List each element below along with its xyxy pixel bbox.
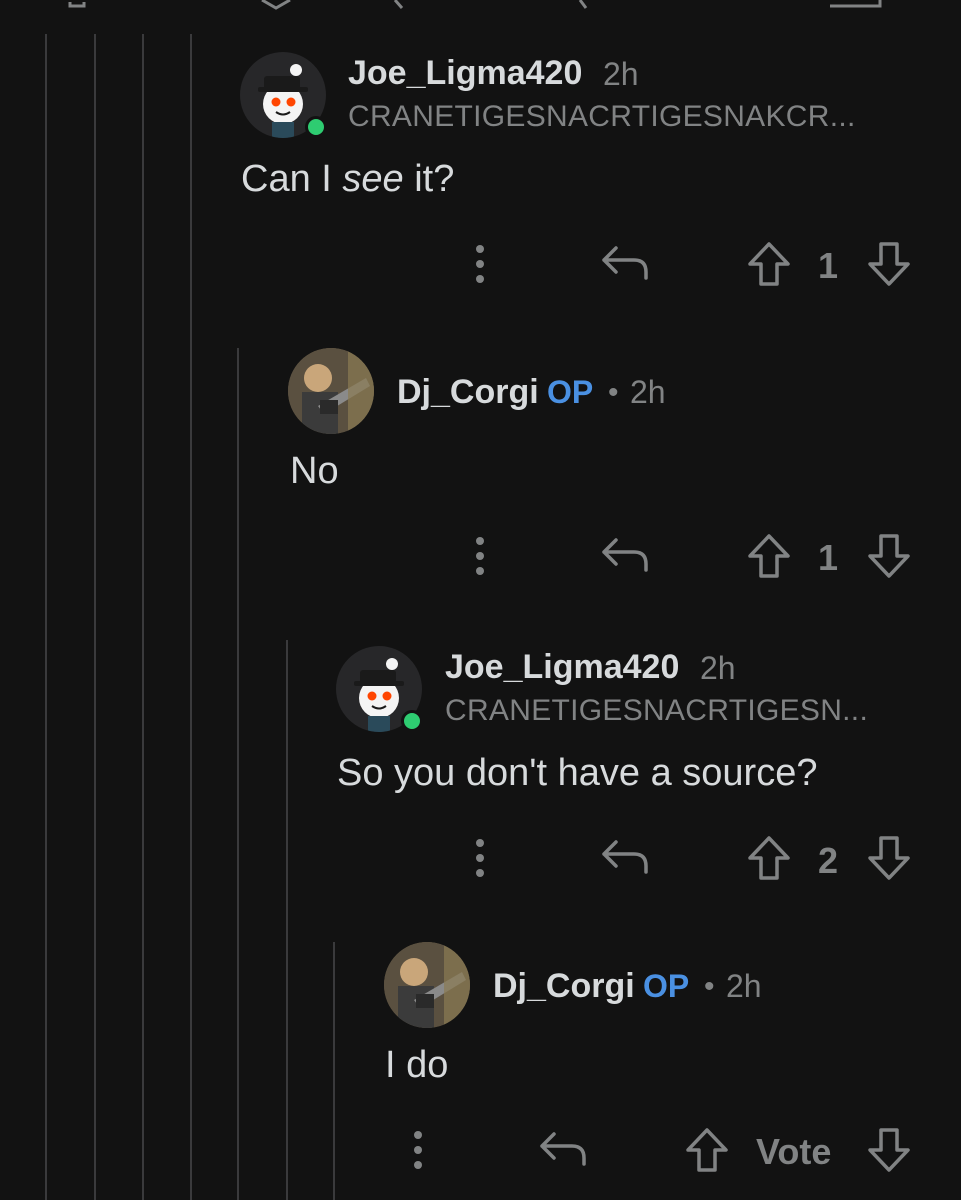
comment-body-text: Can I: [241, 158, 343, 200]
vote-score: 2: [818, 840, 839, 881]
more-vertical-icon[interactable]: [470, 838, 490, 878]
thread-line[interactable]: [142, 34, 144, 1200]
avatar[interactable]: [384, 942, 470, 1028]
op-badge: OP: [547, 374, 594, 410]
reply-arrow-icon[interactable]: [600, 836, 650, 876]
more-vertical-icon[interactable]: [470, 244, 490, 284]
username[interactable]: Joe_Ligma420: [445, 648, 679, 687]
upvote-arrow-icon[interactable]: [746, 532, 792, 580]
user-flair: CRANETIGESNACRTIGESNAKCR...: [348, 100, 856, 133]
vote-score: 1: [818, 537, 839, 578]
reply-arrow-icon[interactable]: [600, 534, 650, 574]
timestamp: 2h: [700, 650, 736, 686]
op-badge: OP: [643, 968, 690, 1004]
more-vertical-icon[interactable]: [408, 1130, 428, 1170]
upvote-arrow-icon[interactable]: [684, 1126, 730, 1174]
comment-body-text: it?: [403, 158, 455, 200]
thread-line[interactable]: [237, 348, 239, 1200]
comment-body: So you don't have a source?: [337, 752, 818, 794]
comment-body: I do: [385, 1044, 449, 1086]
username[interactable]: Dj_Corgi: [397, 373, 539, 412]
thread-line[interactable]: [333, 942, 335, 1200]
comment-body: No: [290, 450, 339, 492]
downvote-arrow-icon[interactable]: [866, 1126, 912, 1174]
username[interactable]: Dj_Corgi: [493, 967, 635, 1006]
photo-avatar: [288, 348, 374, 434]
photo-avatar: [384, 942, 470, 1028]
separator: •: [608, 376, 619, 409]
upvote-arrow-icon[interactable]: [746, 834, 792, 882]
online-status-indicator: [305, 116, 327, 138]
username[interactable]: Joe_Ligma420: [348, 54, 582, 93]
reply-arrow-icon[interactable]: [600, 242, 650, 282]
separator: •: [704, 970, 715, 1003]
thread-line[interactable]: [45, 34, 47, 1200]
comment-body: Can I see it?: [241, 158, 454, 201]
vote-score: 1: [818, 245, 839, 286]
thread-line[interactable]: [190, 34, 192, 1200]
thread-line[interactable]: [94, 34, 96, 1200]
downvote-arrow-icon[interactable]: [866, 834, 912, 882]
user-flair: CRANETIGESNACRTIGESN...: [445, 694, 869, 727]
top-toolbar-fragment: [68, 0, 882, 10]
timestamp: 2h: [630, 374, 666, 410]
timestamp: 2h: [726, 968, 762, 1004]
thread-line[interactable]: [286, 640, 288, 1200]
more-vertical-icon[interactable]: [470, 536, 490, 576]
avatar[interactable]: [288, 348, 374, 434]
comment-body-emphasis: see: [342, 158, 404, 200]
reply-arrow-icon[interactable]: [538, 1128, 588, 1168]
timestamp: 2h: [603, 56, 639, 92]
vote-label: Vote: [756, 1131, 832, 1172]
downvote-arrow-icon[interactable]: [866, 532, 912, 580]
online-status-indicator: [401, 710, 423, 732]
upvote-arrow-icon[interactable]: [746, 240, 792, 288]
downvote-arrow-icon[interactable]: [866, 240, 912, 288]
